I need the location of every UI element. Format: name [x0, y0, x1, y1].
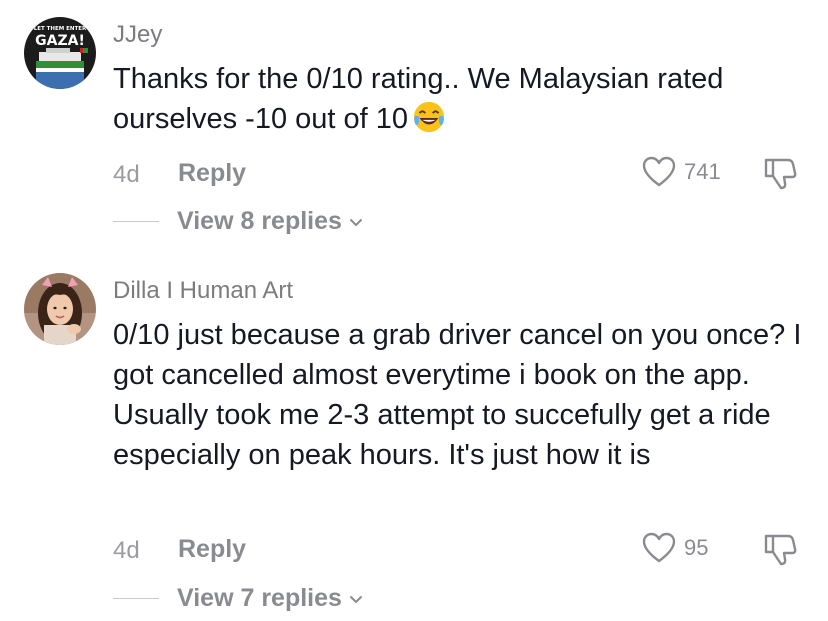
like-button[interactable]: 95 — [642, 532, 708, 564]
comment-text: 0/10 just because a grab driver cancel o… — [113, 319, 802, 471]
divider-line — [113, 598, 159, 599]
view-replies-label: View 7 replies — [177, 584, 342, 612]
like-count: 95 — [684, 535, 709, 560]
view-replies-button[interactable]: View 7 replies — [113, 584, 364, 613]
dislike-button[interactable] — [762, 531, 798, 567]
chevron-down-icon — [349, 595, 362, 603]
profile-photo-avatar-image — [24, 273, 96, 345]
comment-item: Dilla I Human Art 0/10 just because a gr… — [0, 0, 828, 621]
thumbs-down-outline-icon — [764, 534, 797, 566]
reply-button[interactable]: Reply — [178, 535, 246, 564]
comment-username[interactable]: Dilla I Human Art — [113, 277, 293, 305]
heart-outline-icon — [642, 532, 676, 563]
avatar[interactable] — [24, 273, 96, 345]
comments-panel: { "comments": [ { "username": "JJey", "a… — [0, 0, 828, 621]
comment-age: 4d — [113, 537, 140, 564]
